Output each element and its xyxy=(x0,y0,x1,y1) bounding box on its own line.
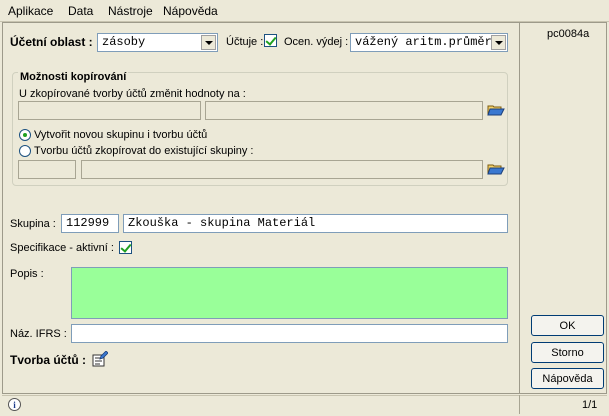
menu-aplikace[interactable]: Aplikace xyxy=(8,4,53,18)
napoveda-button[interactable]: Nápověda xyxy=(531,368,604,389)
chevron-down-icon[interactable] xyxy=(201,35,216,50)
info-icon: i xyxy=(8,398,21,411)
status-page: 1/1 xyxy=(582,399,598,411)
folder-open-icon[interactable] xyxy=(487,162,505,176)
ucetni-oblast-value: zásoby xyxy=(102,35,146,49)
ocen-vydej-label: Ocen. výdej : xyxy=(284,36,349,48)
tvorba-uctu-label: Tvorba účtů : xyxy=(10,353,87,367)
edit-accounts-icon[interactable] xyxy=(92,351,108,367)
radio-new-group[interactable] xyxy=(19,129,31,141)
popis-label: Popis : xyxy=(10,268,44,280)
storno-button[interactable]: Storno xyxy=(531,342,604,363)
chevron-down-icon[interactable] xyxy=(491,35,506,50)
skupina-name-field[interactable]: Zkouška - skupina Materiál xyxy=(123,214,508,233)
panel-divider xyxy=(519,23,520,394)
specifikace-checkbox[interactable] xyxy=(119,241,132,254)
radio-new-group-label[interactable]: Vytvořit novou skupinu i tvorbu účtů xyxy=(34,129,207,141)
menu-napoveda[interactable]: Nápověda xyxy=(163,4,218,18)
menu-bar: Aplikace Data Nástroje Nápověda xyxy=(0,0,609,22)
radio-existing-group[interactable] xyxy=(19,145,31,157)
naz-ifrs-label: Náz. IFRS : xyxy=(10,328,67,340)
existing-group-name-field[interactable] xyxy=(81,160,483,179)
menu-nastroje[interactable]: Nástroje xyxy=(108,4,153,18)
ocen-vydej-select[interactable]: vážený aritm.průměr xyxy=(350,33,508,52)
ok-button[interactable]: OK xyxy=(531,315,604,336)
specifikace-label: Specifikace - aktivní : xyxy=(10,242,114,254)
uctuje-label: Účtuje : xyxy=(226,36,264,48)
copy-target-field-1[interactable] xyxy=(18,101,201,120)
naz-ifrs-field[interactable] xyxy=(71,324,508,343)
form-id: pc0084a xyxy=(547,28,590,40)
skupina-label: Skupina : xyxy=(10,218,56,230)
copy-target-field-2[interactable] xyxy=(205,101,483,120)
radio-existing-group-label[interactable]: Tvorbu účtů zkopírovat do existující sku… xyxy=(34,145,254,157)
ucetni-oblast-select[interactable]: zásoby xyxy=(97,33,218,52)
popis-textarea[interactable] xyxy=(71,267,508,319)
ocen-vydej-value: vážený aritm.průměr xyxy=(355,35,492,49)
copy-options-title: Možnosti kopírování xyxy=(18,71,129,83)
ucetni-oblast-label: Účetní oblast : xyxy=(10,35,93,49)
existing-group-code-field[interactable] xyxy=(18,160,76,179)
uctuje-checkbox[interactable] xyxy=(264,34,277,47)
change-values-label: U zkopírované tvorby účtů změnit hodnoty… xyxy=(19,88,246,100)
folder-open-icon[interactable] xyxy=(487,103,505,117)
menu-data[interactable]: Data xyxy=(68,4,93,18)
skupina-code-field[interactable]: 112999 xyxy=(61,214,119,233)
status-bar xyxy=(2,395,607,414)
